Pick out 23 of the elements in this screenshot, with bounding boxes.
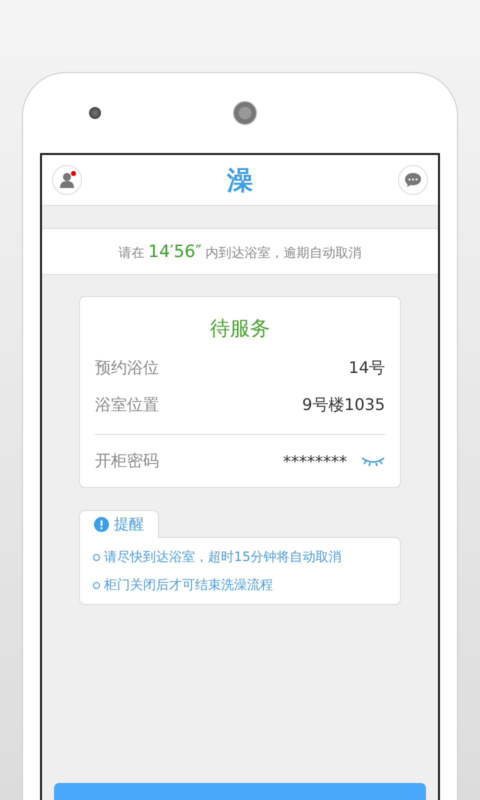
password-value: ******** bbox=[283, 452, 347, 470]
field-label: 开柜密码 bbox=[95, 450, 159, 472]
camera-icon bbox=[89, 107, 101, 119]
person-icon bbox=[59, 172, 75, 188]
field-value: 9号楼1035 bbox=[302, 395, 385, 416]
reminder-text: 柜门关闭后才可结束洗澡流程 bbox=[104, 577, 273, 594]
field-label: 浴室位置 bbox=[95, 395, 159, 416]
profile-button[interactable] bbox=[52, 165, 82, 195]
closed-eye-icon bbox=[361, 455, 385, 467]
bullet-icon bbox=[93, 554, 100, 560]
bullet-icon bbox=[93, 582, 100, 588]
app-logo: 澡 bbox=[227, 164, 253, 198]
toggle-visibility-button[interactable] bbox=[361, 455, 385, 467]
reminder-text: 请尽快到达浴室，超时15分钟将自动取消 bbox=[104, 549, 342, 566]
countdown-notice: 请在 14′56″ 内到达浴室，逾期自动取消 bbox=[118, 242, 362, 262]
speaker-icon bbox=[233, 101, 257, 125]
order-status: 待服务 bbox=[209, 315, 271, 342]
chat-bubble-icon bbox=[404, 172, 422, 188]
reminder-title: 提醒 bbox=[114, 515, 144, 534]
chat-button[interactable] bbox=[398, 165, 428, 195]
field-value: 14号 bbox=[348, 358, 385, 379]
exclamation-icon bbox=[94, 517, 109, 532]
field-label: 预约浴位 bbox=[95, 358, 159, 379]
